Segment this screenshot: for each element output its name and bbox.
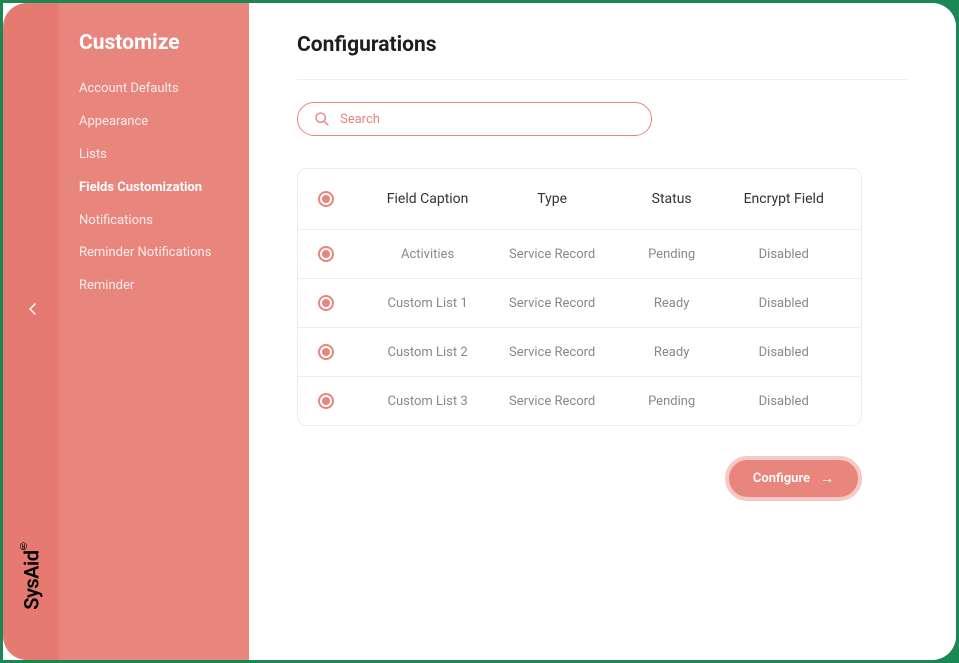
sidebar-title: Customize [79, 31, 229, 55]
cell-status: Ready [617, 296, 727, 311]
cell-status: Ready [617, 345, 727, 360]
header-caption: Field Caption [368, 191, 488, 207]
configure-button[interactable]: Configure → [725, 456, 862, 501]
cell-status: Pending [617, 247, 727, 262]
sidebar-item-account-defaults[interactable]: Account Defaults [79, 73, 229, 106]
table-row[interactable]: Custom List 3 Service Record Pending Dis… [298, 377, 861, 425]
table-row[interactable]: Custom List 2 Service Record Ready Disab… [298, 328, 861, 377]
table-container: Field Caption Type Status Encrypt Field … [297, 168, 862, 426]
cell-caption: Custom List 2 [368, 345, 488, 360]
collapse-icon[interactable] [29, 303, 37, 319]
cell-type: Service Record [487, 345, 617, 360]
sidebar-item-notifications[interactable]: Notifications [79, 205, 229, 238]
sidebar-item-reminder-notifications[interactable]: Reminder Notifications [79, 237, 229, 270]
sidebar-item-reminder[interactable]: Reminder [79, 270, 229, 303]
cell-encrypt: Disabled [726, 296, 841, 311]
table-row[interactable]: Custom List 1 Service Record Ready Disab… [298, 279, 861, 328]
row-radio[interactable] [318, 344, 334, 360]
page-title: Configurations [297, 33, 908, 57]
table-header-row: Field Caption Type Status Encrypt Field [298, 169, 861, 230]
logo-bar: SysAid® [3, 3, 59, 660]
table-row[interactable]: Activities Service Record Pending Disabl… [298, 230, 861, 279]
row-radio[interactable] [318, 246, 334, 262]
arrow-right-icon: → [820, 470, 834, 487]
cell-encrypt: Disabled [726, 345, 841, 360]
configure-label: Configure [753, 471, 810, 486]
cell-type: Service Record [487, 296, 617, 311]
cell-caption: Custom List 1 [368, 296, 488, 311]
row-radio[interactable] [318, 393, 334, 409]
sidebar-item-fields-customization[interactable]: Fields Customization [79, 172, 229, 205]
search-input[interactable] [340, 112, 635, 127]
sidebar: Customize Account Defaults Appearance Li… [59, 3, 249, 660]
header-status: Status [617, 191, 727, 207]
header-type: Type [487, 191, 617, 207]
header-encrypt: Encrypt Field [726, 191, 841, 207]
cell-status: Pending [617, 394, 727, 409]
search-box[interactable] [297, 102, 652, 136]
search-icon [314, 111, 330, 127]
sidebar-item-appearance[interactable]: Appearance [79, 106, 229, 139]
cell-encrypt: Disabled [726, 394, 841, 409]
header-radio[interactable] [318, 191, 334, 207]
cell-caption: Custom List 3 [368, 394, 488, 409]
cell-type: Service Record [487, 394, 617, 409]
cell-encrypt: Disabled [726, 247, 841, 262]
sidebar-item-lists[interactable]: Lists [79, 139, 229, 172]
cell-type: Service Record [487, 247, 617, 262]
main-content: Configurations Field Caption Type Status… [249, 3, 956, 660]
logo-text: SysAid® [18, 540, 44, 610]
divider [297, 79, 908, 80]
cell-caption: Activities [368, 247, 488, 262]
app-container: SysAid® Customize Account Defaults Appea… [3, 3, 956, 660]
row-radio[interactable] [318, 295, 334, 311]
